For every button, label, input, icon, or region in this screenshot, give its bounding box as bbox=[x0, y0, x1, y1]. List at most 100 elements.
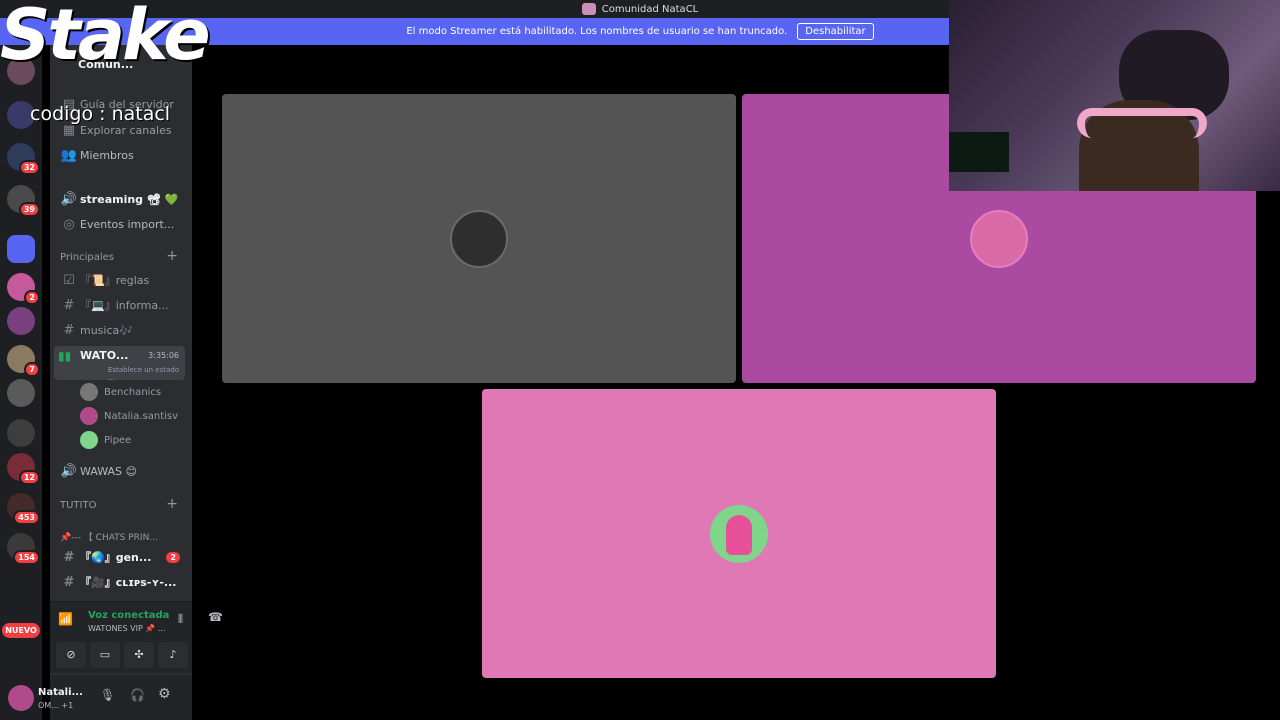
voice-timer: 3:35:06 bbox=[148, 351, 179, 360]
channel-streaming[interactable]: 🔊 streaming 📽 💚 bbox=[50, 188, 192, 210]
channel-events[interactable]: ◎ Eventos import... bbox=[50, 213, 192, 235]
user-name[interactable]: Natali... bbox=[38, 687, 83, 698]
voice-user-name: Natalia.santisv bbox=[104, 410, 179, 422]
channel-clips[interactable]: # 『🎥』ᴄʟɪᴘs-ʏ-... bbox=[50, 571, 192, 593]
user-status: OM... +1 bbox=[38, 701, 74, 710]
add-channel-icon[interactable]: + bbox=[166, 248, 178, 264]
user-panel: Natali... OM... +1 🎙 🎧 ⚙ bbox=[8, 675, 192, 720]
voice-channel-label[interactable]: WATONES VIP 📌 ... bbox=[88, 624, 166, 633]
mascot-icon bbox=[726, 514, 752, 555]
webcam-overlay bbox=[949, 0, 1280, 191]
sidebar-item-members[interactable]: 👥 Miembros bbox=[50, 144, 192, 166]
avatar bbox=[710, 504, 768, 563]
guild-icon[interactable] bbox=[7, 307, 35, 335]
category-tutito[interactable]: TUTITO bbox=[60, 500, 96, 511]
guild-icon[interactable] bbox=[7, 379, 35, 407]
channel-label: 『🎥』ᴄʟɪᴘs-ʏ-... bbox=[80, 576, 177, 589]
noise-suppression-icon[interactable]: ⫴ bbox=[178, 612, 183, 627]
category-chats[interactable]: 📌--- 【 CHATS PRIN... bbox=[60, 530, 158, 543]
channel-label: Eventos import... bbox=[80, 217, 175, 231]
video-tile-pipee[interactable] bbox=[482, 389, 996, 678]
channel-info[interactable]: # 『💻』informa... bbox=[50, 294, 192, 316]
channel-label: 『💻』informa... bbox=[80, 299, 169, 312]
disconnect-icon[interactable]: ☎ bbox=[208, 610, 223, 624]
avatar bbox=[80, 383, 98, 401]
screen-share-icon[interactable]: ▭ bbox=[90, 642, 120, 668]
guild-icon[interactable] bbox=[7, 419, 35, 447]
mention-badge: 453 bbox=[13, 510, 40, 525]
activities-icon[interactable]: ✣ bbox=[124, 642, 154, 668]
channel-label: streaming 📽 💚 bbox=[80, 192, 179, 206]
guild-icon[interactable]: 7 bbox=[7, 345, 40, 377]
voice-user-name: Benchanics bbox=[104, 386, 162, 398]
category-principales[interactable]: Principales bbox=[60, 252, 114, 263]
banner-message: El modo Streamer está habilitado. Los no… bbox=[406, 26, 788, 37]
speaker-icon: 🔊 bbox=[60, 191, 78, 207]
avatar[interactable] bbox=[8, 685, 34, 711]
mention-badge: 7 bbox=[24, 362, 40, 377]
guild-icon[interactable]: 154 bbox=[7, 533, 40, 565]
unread-badge: 2 bbox=[166, 551, 180, 563]
channel-label: musica🎶 bbox=[80, 323, 133, 337]
new-badge[interactable]: NUEVO bbox=[2, 623, 40, 638]
add-channel-icon[interactable]: + bbox=[166, 496, 178, 512]
voice-user[interactable]: Natalia.santisv bbox=[80, 406, 178, 426]
mention-badge: 39 bbox=[18, 202, 40, 217]
mention-badge: 2 bbox=[24, 290, 40, 305]
headphones-icon bbox=[1077, 108, 1207, 138]
events-icon: ◎ bbox=[63, 216, 75, 232]
active-voice-channel[interactable]: ▮▮ WATO... 3:35:06 Establece un estado .… bbox=[54, 346, 185, 382]
sidebar-item-label: Miembros bbox=[80, 148, 134, 162]
channel-rules[interactable]: ☑ 『📜』reglas bbox=[50, 269, 192, 291]
server-icon bbox=[581, 3, 596, 15]
guild-rail: 32 39 2 7 12 453 154 NUEVO bbox=[0, 45, 42, 720]
guild-icon[interactable]: 2 bbox=[7, 273, 40, 305]
headphones-icon[interactable]: 🎧 bbox=[130, 688, 145, 702]
hash-icon: # bbox=[63, 297, 75, 313]
channel-label: WAWAS 😊 bbox=[80, 464, 137, 478]
avatar bbox=[80, 431, 98, 449]
promo-code: codigo : natacl bbox=[30, 103, 171, 125]
guild-icon[interactable]: 453 bbox=[7, 493, 40, 525]
folder-icon[interactable] bbox=[7, 235, 35, 263]
members-icon: 👥 bbox=[60, 147, 78, 163]
avatar bbox=[970, 209, 1028, 268]
mention-badge: 32 bbox=[18, 160, 40, 175]
rules-icon: ☑ bbox=[63, 272, 75, 288]
stake-logo: Stake bbox=[0, 0, 211, 76]
soundboard-icon[interactable]: ♪ bbox=[158, 642, 188, 668]
window-title: Comunidad NataCL bbox=[601, 3, 699, 15]
avatar bbox=[450, 209, 508, 268]
channel-sidebar: Comun... ▤ Guía del servidor ▦ Explorar … bbox=[8, 45, 223, 720]
hash-icon: # bbox=[63, 574, 75, 590]
guild-icon[interactable]: 12 bbox=[7, 453, 40, 485]
avatar bbox=[80, 407, 98, 425]
guild-icon[interactable]: 32 bbox=[7, 143, 40, 175]
guild-icon[interactable]: 39 bbox=[7, 185, 40, 217]
speaker-icon: 🔊 bbox=[60, 463, 78, 479]
voice-user[interactable]: Pipee bbox=[80, 430, 131, 450]
hash-icon: # bbox=[63, 322, 75, 338]
video-tile-benchanics[interactable] bbox=[222, 94, 736, 383]
desk-light bbox=[949, 132, 1009, 172]
gear-icon[interactable]: ⚙ bbox=[158, 686, 171, 702]
disable-streamer-button[interactable]: Deshabilitar bbox=[797, 23, 874, 40]
voice-user-name: Pipee bbox=[104, 434, 132, 446]
channel-label: 『🌏』gen... bbox=[80, 551, 152, 564]
channel-general[interactable]: # 『🌏』gen... 2 bbox=[50, 546, 192, 568]
channel-wawas[interactable]: 🔊 WAWAS 😊 bbox=[50, 460, 192, 482]
mention-badge: 12 bbox=[18, 470, 40, 485]
channel-music[interactable]: # musica🎶 bbox=[50, 319, 192, 341]
voice-status-label[interactable]: Voz conectada bbox=[88, 610, 169, 621]
signal-icon: 📶 bbox=[58, 612, 73, 626]
voice-active-icon: ▮▮ bbox=[58, 349, 72, 363]
voice-status[interactable]: Establece un estado ... bbox=[108, 366, 185, 382]
voice-user[interactable]: Benchanics bbox=[80, 382, 161, 402]
mention-badge: 154 bbox=[13, 550, 40, 565]
channel-label: 『📜』reglas bbox=[80, 274, 150, 287]
camera-off-icon[interactable]: ⊘ bbox=[56, 642, 86, 668]
microphone-icon[interactable]: 🎙 bbox=[100, 688, 115, 702]
voice-connection-panel: 📶 Voz conectada WATONES VIP 📌 ... ⫴ ☎ ⊘ … bbox=[50, 601, 223, 673]
sidebar-item-label: Explorar canales bbox=[80, 123, 172, 137]
hash-icon: # bbox=[63, 549, 75, 565]
